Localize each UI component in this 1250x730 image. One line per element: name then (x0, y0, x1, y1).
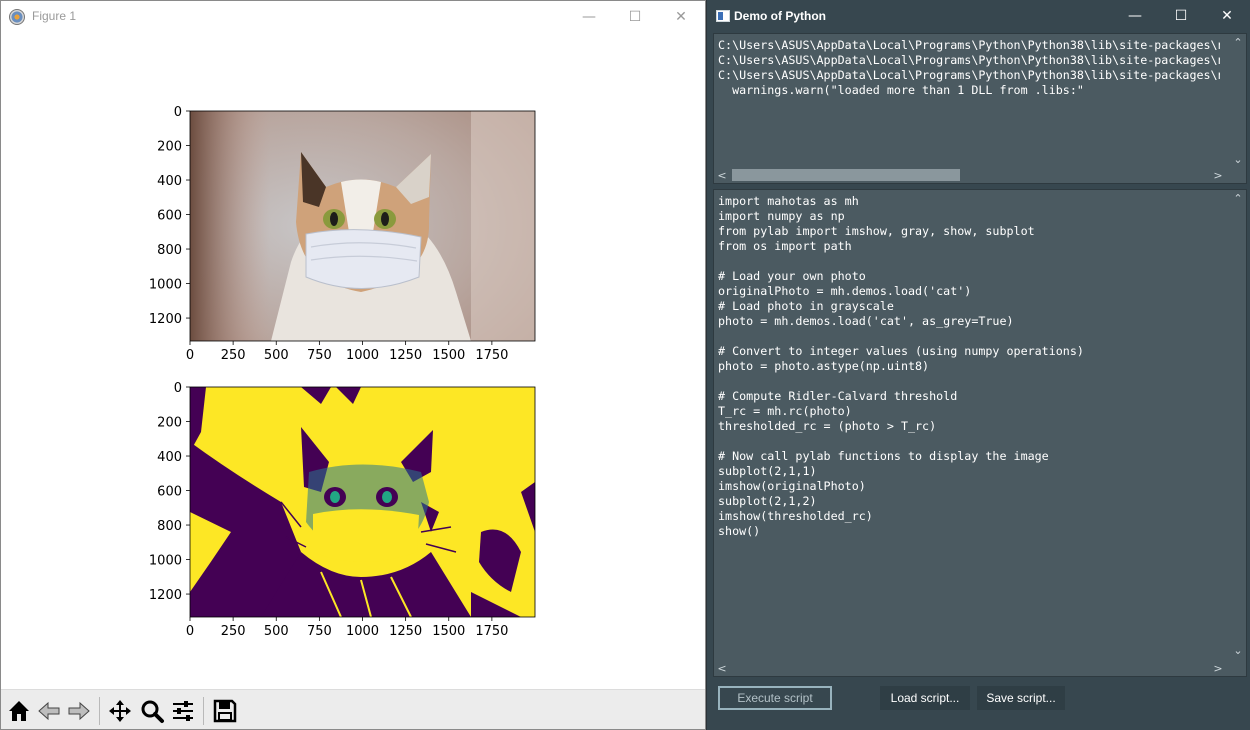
top-xtick-label: 1750 (475, 348, 508, 363)
top-ytick-label: 400 (157, 174, 182, 189)
figure-window: Figure 1 — ☐ ✕ 0 250 500 750 1000 1250 1… (0, 0, 706, 730)
python-window-title: Demo of Python (734, 9, 826, 23)
top-xtick-label: 500 (264, 348, 289, 363)
figure-canvas[interactable]: 0 250 500 750 1000 1250 1500 1750 0 200 400 600 800 1… (1, 32, 706, 689)
top-ytick-label: 1000 (149, 278, 182, 293)
bottom-ytick-label: 200 (157, 416, 182, 431)
figure-title-bar[interactable]: Figure 1 — ☐ ✕ (1, 1, 705, 32)
figure-window-title: Figure 1 (32, 9, 77, 23)
configure-subplots-icon[interactable] (168, 696, 198, 726)
python-close-button[interactable]: ✕ (1204, 0, 1250, 31)
pan-icon[interactable] (105, 696, 135, 726)
scroll-right-arrow[interactable]: > (1210, 660, 1226, 676)
bottom-ytick-label: 0 (174, 381, 182, 396)
output-console[interactable]: C:\Users\ASUS\AppData\Local\Programs\Pyt… (713, 33, 1247, 184)
scroll-down-arrow[interactable]: ⌄ (1230, 151, 1246, 167)
forward-icon[interactable] (64, 696, 94, 726)
script-editor[interactable]: import mahotas as mh import numpy as np … (713, 189, 1247, 677)
bottom-ytick-label: 800 (157, 519, 182, 534)
bottom-ytick-label: 1000 (149, 554, 182, 569)
output-vertical-scrollbar[interactable]: ⌃ ⌄ (1230, 34, 1246, 167)
save-script-button[interactable]: Save script... (977, 686, 1065, 710)
figure-maximize-button[interactable]: ☐ (612, 1, 658, 32)
bottom-axes-image (190, 387, 535, 617)
zoom-icon[interactable] (137, 696, 167, 726)
top-ytick-label: 800 (157, 243, 182, 258)
matplotlib-app-icon (9, 9, 25, 25)
bottom-ytick-label: 400 (157, 450, 182, 465)
top-xtick-label: 1250 (389, 348, 422, 363)
back-icon[interactable] (34, 696, 64, 726)
top-ytick-label: 200 (157, 140, 182, 155)
python-maximize-button[interactable]: ☐ (1158, 0, 1204, 31)
bottom-xtick-label: 1750 (475, 624, 508, 639)
output-horizontal-scrollbar[interactable]: < > (714, 167, 1246, 183)
figure-close-button[interactable]: ✕ (658, 1, 704, 32)
figure-toolbar (1, 689, 705, 729)
scroll-up-arrow[interactable]: ⌃ (1230, 34, 1246, 50)
window-app-icon (716, 10, 730, 22)
scroll-left-arrow[interactable]: < (714, 660, 730, 676)
home-icon[interactable] (4, 696, 34, 726)
python-title-bar[interactable]: Demo of Python — ☐ ✕ (707, 0, 1250, 32)
output-scroll-thumb[interactable] (732, 169, 960, 181)
bottom-ytick-label: 600 (157, 485, 182, 500)
bottom-xtick-label: 750 (307, 624, 332, 639)
scroll-down-arrow[interactable]: ⌄ (1230, 642, 1246, 658)
python-demo-window: Demo of Python — ☐ ✕ C:\Users\ASUS\AppDa… (706, 0, 1250, 730)
scroll-left-arrow[interactable]: < (714, 167, 730, 183)
load-script-button[interactable]: Load script... (880, 686, 970, 710)
top-xtick-label: 250 (221, 348, 246, 363)
top-xtick-label: 0 (186, 348, 194, 363)
figure-minimize-button[interactable]: — (566, 1, 612, 32)
top-axes-image (190, 111, 535, 341)
output-text: C:\Users\ASUS\AppData\Local\Programs\Pyt… (718, 38, 1220, 97)
top-xtick-label: 1500 (432, 348, 465, 363)
bottom-xtick-label: 250 (221, 624, 246, 639)
bottom-xtick-label: 1250 (389, 624, 422, 639)
bottom-xtick-label: 500 (264, 624, 289, 639)
bottom-xtick-label: 1000 (346, 624, 379, 639)
script-code-text[interactable]: import mahotas as mh import numpy as np … (718, 194, 1084, 539)
bottom-xtick-label: 0 (186, 624, 194, 639)
python-minimize-button[interactable]: — (1112, 0, 1158, 31)
bottom-ytick-label: 1200 (149, 588, 182, 603)
top-xtick-label: 1000 (346, 348, 379, 363)
editor-horizontal-scrollbar[interactable]: < > (714, 660, 1246, 676)
scroll-right-arrow[interactable]: > (1210, 167, 1226, 183)
top-ytick-label: 600 (157, 209, 182, 224)
top-ytick-label: 1200 (149, 312, 182, 327)
top-ytick-label: 0 (174, 105, 182, 120)
editor-vertical-scrollbar[interactable]: ⌃ ⌄ (1230, 190, 1246, 660)
top-xtick-label: 750 (307, 348, 332, 363)
bottom-xtick-label: 1500 (432, 624, 465, 639)
execute-script-button[interactable]: Execute script (718, 686, 832, 710)
scroll-up-arrow[interactable]: ⌃ (1230, 190, 1246, 206)
save-icon[interactable] (210, 696, 240, 726)
